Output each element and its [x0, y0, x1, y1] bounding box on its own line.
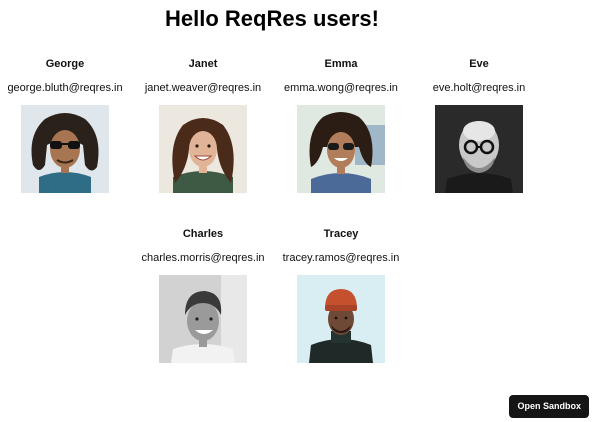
user-name: George — [45, 58, 85, 70]
user-name: Eve — [469, 58, 489, 70]
avatar-tracey — [297, 275, 385, 363]
user-email: eve.holt@reqres.in — [432, 82, 526, 94]
user-row: Charles charles.morris@reqres.in Tracey … — [0, 227, 544, 363]
avatar-charles — [159, 275, 247, 363]
user-email: emma.wong@reqres.in — [284, 82, 398, 94]
user-email: janet.weaver@reqres.in — [144, 82, 262, 94]
user-name: Janet — [188, 58, 218, 70]
user-name: Tracey — [323, 228, 359, 240]
user-card-emma: Emma emma.wong@reqres.in — [279, 57, 403, 193]
user-email: charles.morris@reqres.in — [141, 252, 265, 264]
user-card-janet: Janet janet.weaver@reqres.in — [141, 57, 265, 193]
page-title: Hello ReqRes users! — [165, 6, 379, 31]
avatar-eve — [435, 105, 523, 193]
user-email: tracey.ramos@reqres.in — [282, 252, 400, 264]
user-email: george.bluth@reqres.in — [7, 82, 123, 94]
user-card-charles: Charles charles.morris@reqres.in — [141, 227, 265, 363]
user-card-eve: Eve eve.holt@reqres.in — [417, 57, 541, 193]
user-row: George george.bluth@reqres.in Janet jane… — [0, 57, 544, 193]
user-name: Charles — [182, 228, 224, 240]
user-card-george: George george.bluth@reqres.in — [3, 57, 127, 193]
open-sandbox-button[interactable]: Open Sandbox — [509, 395, 589, 418]
user-name: Emma — [324, 58, 358, 70]
user-card-tracey: Tracey tracey.ramos@reqres.in — [279, 227, 403, 363]
avatar-george — [21, 105, 109, 193]
avatar-emma — [297, 105, 385, 193]
avatar-janet — [159, 105, 247, 193]
